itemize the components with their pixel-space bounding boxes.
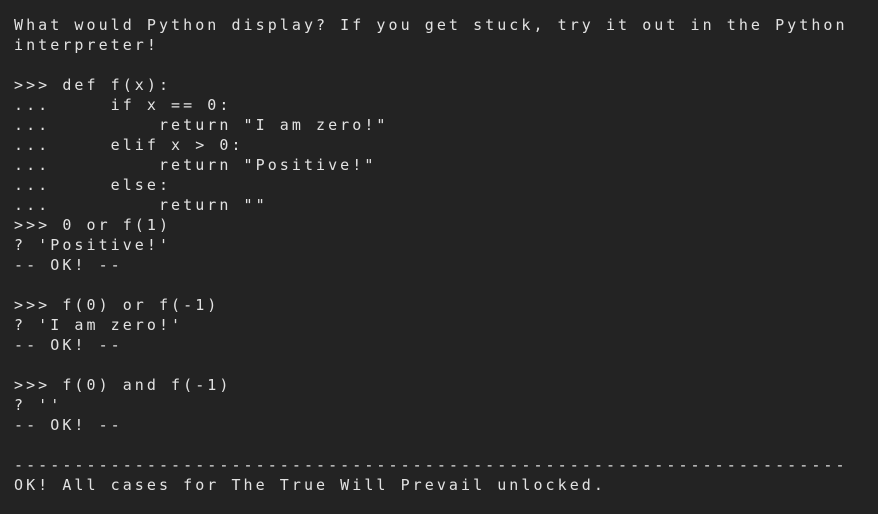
- case-2-expression: >>> f(0) or f(-1): [14, 296, 220, 314]
- case-1-answer: ? 'Positive!': [14, 236, 172, 254]
- code-line: >>> def f(x):: [14, 76, 172, 94]
- separator-line: ----------------------------------------…: [14, 456, 848, 474]
- case-1-status: -- OK! --: [14, 256, 123, 274]
- code-line: ... return "I am zero!": [14, 116, 389, 134]
- code-line: ... if x == 0:: [14, 96, 232, 114]
- case-2-status: -- OK! --: [14, 336, 123, 354]
- case-1-expression: >>> 0 or f(1): [14, 216, 172, 234]
- code-line: ... return "": [14, 196, 268, 214]
- prompt-instruction-line-2: interpreter!: [14, 36, 159, 54]
- unlock-summary: OK! All cases for The True Will Prevail …: [14, 476, 606, 494]
- case-3-answer: ? '': [14, 396, 63, 414]
- code-line: ... elif x > 0:: [14, 136, 244, 154]
- code-line: ... else:: [14, 176, 172, 194]
- prompt-instruction-line-1: What would Python display? If you get st…: [14, 16, 848, 34]
- code-line: ... return "Positive!": [14, 156, 377, 174]
- case-2-answer: ? 'I am zero!': [14, 316, 184, 334]
- case-3-status: -- OK! --: [14, 416, 123, 434]
- terminal-output: What would Python display? If you get st…: [14, 15, 870, 495]
- case-3-expression: >>> f(0) and f(-1): [14, 376, 232, 394]
